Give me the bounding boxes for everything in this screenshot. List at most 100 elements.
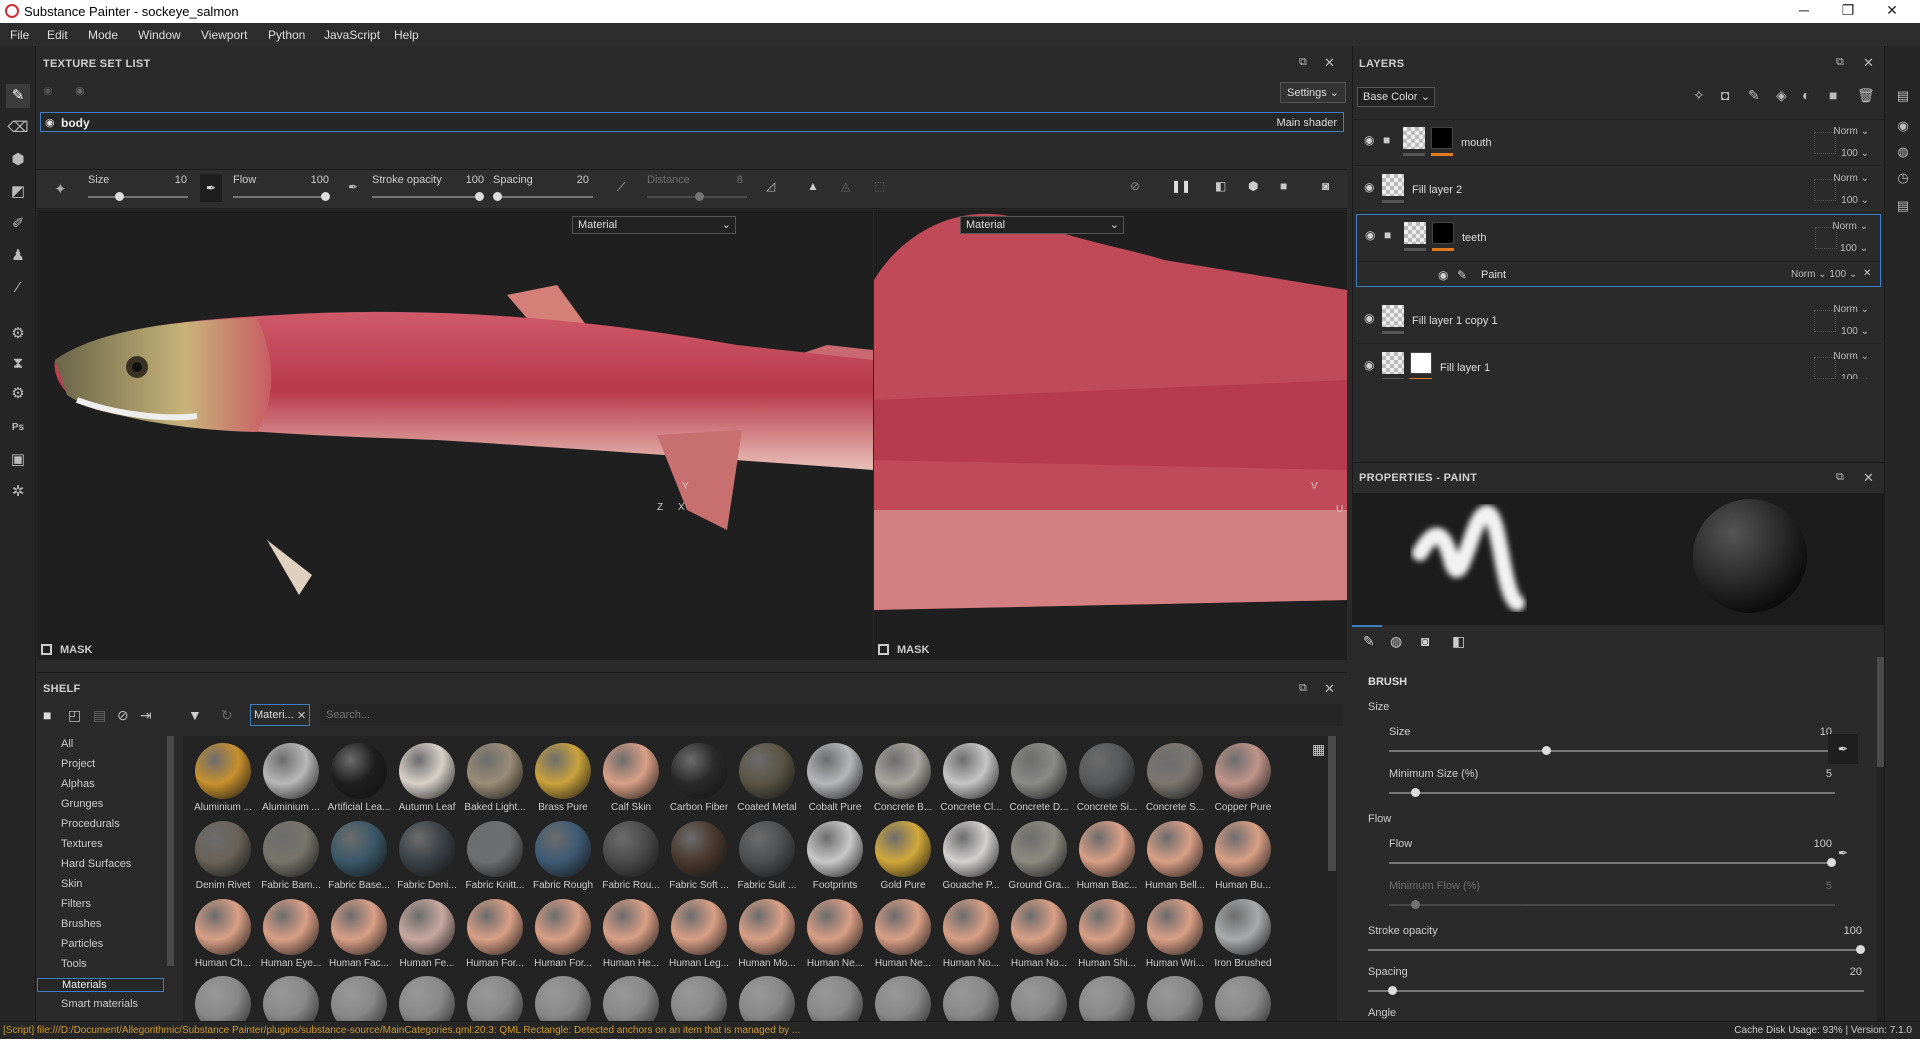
material-tile[interactable]: Aluminium ... bbox=[189, 740, 257, 818]
material-tile[interactable]: Brass Pure bbox=[529, 740, 597, 818]
close-panel-icon[interactable]: ✕ bbox=[1324, 55, 1335, 71]
video-camera-icon[interactable]: ■ bbox=[1280, 179, 1287, 193]
material-thumbnail[interactable] bbox=[1079, 976, 1135, 1021]
material-tile[interactable]: Human No... bbox=[937, 896, 1005, 974]
material-tile[interactable]: Concrete D... bbox=[1005, 740, 1073, 818]
material-tile[interactable]: Copper Pure bbox=[1209, 740, 1277, 818]
flow-value[interactable]: 100 bbox=[299, 174, 329, 186]
mask-thumbnail[interactable] bbox=[1432, 222, 1454, 244]
size-slider[interactable] bbox=[88, 192, 188, 201]
menu-mode[interactable]: Mode bbox=[88, 28, 118, 42]
float-panel-icon[interactable]: ⧉ bbox=[1836, 471, 1844, 484]
material-thumbnail[interactable] bbox=[263, 976, 319, 1021]
maximize-button[interactable]: ❐ bbox=[1836, 2, 1860, 19]
alignment-icon[interactable]: ◿ bbox=[766, 179, 775, 193]
projection-icon[interactable]: ⬢ bbox=[6, 148, 30, 172]
flow-slider[interactable] bbox=[233, 192, 330, 201]
size-value[interactable]: 10 bbox=[157, 174, 187, 186]
settings-icon[interactable]: ⚙ bbox=[6, 382, 30, 406]
mask-toggle-2d[interactable]: MASK bbox=[878, 644, 929, 656]
material-tile[interactable]: Human Shi... bbox=[1073, 896, 1141, 974]
clone-stamp-icon[interactable]: ♟ bbox=[6, 244, 30, 268]
material-tile[interactable]: Concrete S... bbox=[1141, 740, 1209, 818]
flow-pressure-icon[interactable]: ✒ bbox=[348, 180, 358, 194]
material-tile[interactable]: Cobalt Pure bbox=[801, 740, 869, 818]
material-thumbnail[interactable] bbox=[943, 976, 999, 1021]
eye-icon[interactable]: ◉ bbox=[1364, 133, 1374, 147]
camera-off-icon[interactable]: ⊘ bbox=[1130, 179, 1140, 193]
flow-value[interactable]: 100 bbox=[1802, 838, 1832, 850]
material-tile[interactable]: Human No... bbox=[1005, 896, 1073, 974]
spacing-value[interactable]: 20 bbox=[559, 174, 589, 186]
layer-row[interactable]: ◉ ■ mouth Norm ⌄ 100 ⌄ bbox=[1356, 120, 1881, 166]
material-thumbnail[interactable] bbox=[467, 976, 523, 1021]
brush-tab-icon[interactable]: ✎ bbox=[1363, 633, 1375, 650]
material-tile[interactable]: Denim Rivet bbox=[189, 818, 257, 896]
material-tile[interactable]: Gold Pure bbox=[869, 818, 937, 896]
material-thumbnail[interactable] bbox=[875, 976, 931, 1021]
material-tile[interactable]: Human For... bbox=[529, 896, 597, 974]
export-icon[interactable]: ▣ bbox=[6, 448, 30, 472]
layer-opacity[interactable]: 100 ⌄ bbox=[1841, 195, 1869, 206]
scrollbar[interactable] bbox=[1328, 736, 1336, 871]
material-tile[interactable]: Concrete B... bbox=[869, 740, 937, 818]
brush-preset-icon[interactable]: ✦ bbox=[54, 180, 67, 198]
environment-icon[interactable]: ◍ bbox=[1895, 144, 1911, 160]
add-paint-layer-icon[interactable]: ✎ bbox=[1748, 87, 1760, 104]
history-icon[interactable]: ◷ bbox=[1895, 170, 1911, 186]
grid-view-icon[interactable]: ▦ bbox=[1312, 741, 1325, 758]
bake-icon[interactable]: ⚙ bbox=[6, 322, 30, 346]
material-tile[interactable]: Carbon Fiber bbox=[665, 740, 733, 818]
material-tile[interactable]: Calf Skin bbox=[597, 740, 665, 818]
eye-icon[interactable]: ◉ bbox=[1364, 311, 1374, 325]
menu-viewport[interactable]: Viewport bbox=[201, 28, 247, 42]
close-panel-icon[interactable]: ✕ bbox=[1863, 55, 1874, 71]
remove-filter-icon[interactable]: ✕ bbox=[297, 709, 306, 722]
viewport-3d[interactable]: Material ⌄ Y Z X MASK bbox=[37, 210, 873, 660]
new-item-icon[interactable]: ◰ bbox=[68, 707, 81, 724]
material-tile[interactable]: Human For... bbox=[461, 896, 529, 974]
material-tile[interactable]: Human Bu... bbox=[1209, 818, 1277, 896]
shelf-category-tools[interactable]: Tools bbox=[61, 958, 87, 970]
texture-set-row[interactable]: ◉ body Main shader bbox=[40, 112, 1344, 132]
material-tile[interactable]: Footprints bbox=[801, 818, 869, 896]
material-tile[interactable]: Human Ch... bbox=[189, 896, 257, 974]
material-thumbnail[interactable] bbox=[195, 976, 251, 1021]
hide-icon[interactable]: ◉ bbox=[43, 84, 53, 97]
delete-layer-icon[interactable]: 🗑 bbox=[1857, 87, 1875, 104]
view-mode-icon[interactable]: ◧ bbox=[1215, 179, 1226, 193]
photoshop-export-icon[interactable]: Ps bbox=[6, 416, 30, 440]
shelf-category-alphas[interactable]: Alphas bbox=[61, 778, 95, 790]
visibility-icon[interactable]: ◉ bbox=[75, 84, 85, 97]
scrollbar[interactable] bbox=[167, 736, 174, 966]
blend-mode[interactable]: Norm ⌄ bbox=[1833, 351, 1869, 362]
menu-python[interactable]: Python bbox=[268, 28, 305, 42]
material-tile[interactable]: Fabric Base... bbox=[325, 818, 393, 896]
smudge-icon[interactable]: ✐ bbox=[6, 212, 30, 236]
material-tile[interactable]: Concrete Cl... bbox=[937, 740, 1005, 818]
material-tile[interactable]: Autumn Leaf bbox=[393, 740, 461, 818]
material-tile[interactable]: Human Ne... bbox=[801, 896, 869, 974]
hourglass-icon[interactable]: ⧗ bbox=[6, 352, 30, 376]
material-tile[interactable]: Human Leg... bbox=[665, 896, 733, 974]
eye-icon[interactable]: ◉ bbox=[45, 116, 55, 129]
material-tile[interactable]: Human Fac... bbox=[325, 896, 393, 974]
settings-button[interactable]: Settings ⌄ bbox=[1280, 82, 1347, 103]
layer-opacity[interactable]: 100 ⌄ bbox=[1840, 243, 1868, 254]
spacing-slider[interactable] bbox=[493, 192, 593, 201]
color-picker-icon[interactable]: ⁄ bbox=[6, 276, 30, 300]
shader-name[interactable]: Main shader bbox=[1276, 117, 1337, 129]
add-folder-icon[interactable]: ■ bbox=[1829, 87, 1837, 103]
effect-row[interactable]: ◉ ✎ Paint Norm ⌄ 100 ⌄ ✕ bbox=[1357, 261, 1880, 287]
shelf-category-smart-materials[interactable]: Smart materials bbox=[61, 998, 138, 1010]
size-pressure-icon[interactable]: ✒ bbox=[1828, 734, 1858, 764]
layer-opacity[interactable]: 100 ⌄ bbox=[1841, 148, 1869, 159]
layer-row[interactable]: ◉ Fill layer 1 copy 1 Norm ⌄ 100 ⌄ bbox=[1356, 298, 1881, 344]
layer-row[interactable]: ◉ ■ teeth Norm ⌄ 100 ⌄ ◉ ✎ Paint Norm ⌄ 100 ⌄ ✕ bbox=[1356, 214, 1881, 287]
menu-javascript[interactable]: JavaScript bbox=[324, 28, 380, 42]
menu-edit[interactable]: Edit bbox=[47, 28, 68, 42]
effect-blend-mode[interactable]: Norm ⌄ 100 ⌄ bbox=[1791, 269, 1857, 280]
close-button[interactable]: ✕ bbox=[1880, 2, 1904, 19]
stroke-opacity-slider[interactable] bbox=[372, 192, 484, 201]
viewer-settings-icon[interactable]: ◉ bbox=[1895, 118, 1911, 134]
